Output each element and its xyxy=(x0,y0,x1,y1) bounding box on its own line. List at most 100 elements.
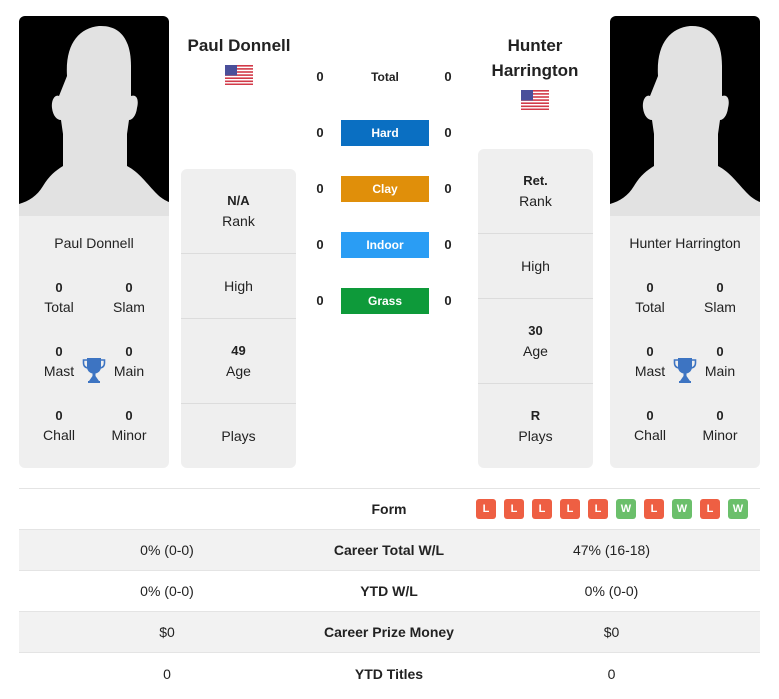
h2h-grass-p1: 0 xyxy=(316,293,324,308)
form-badge-loss[interactable]: L xyxy=(476,499,496,519)
p1-value: 0 xyxy=(163,665,171,682)
high-label: High xyxy=(224,278,253,294)
player2-header: Hunter Harrington xyxy=(470,33,600,110)
player2-photo[interactable] xyxy=(610,16,760,216)
h2h-clay-p2: 0 xyxy=(444,181,452,196)
titles-slam: 0 Slam xyxy=(99,279,159,343)
player1-card-name[interactable]: Paul Donnell xyxy=(19,235,169,255)
player2-card: Hunter Harrington 0 Total 0 Slam 0 Mast … xyxy=(610,16,760,468)
titles-minor: 0 Minor xyxy=(99,407,159,468)
player1-card: Paul Donnell 0 Total 0 Slam 0 Mast 0 Mai… xyxy=(19,16,169,468)
titles-chall-value: 0 xyxy=(646,408,654,423)
player1-age: 49 Age xyxy=(181,319,296,404)
titles-total: 0 Total xyxy=(29,279,89,343)
titles-slam-value: 0 xyxy=(125,280,133,295)
trophy-icon xyxy=(82,357,106,383)
rank-value: Ret. xyxy=(523,173,548,188)
player2-card-name[interactable]: Hunter Harrington xyxy=(610,235,760,255)
titles-main-label: Main xyxy=(704,363,736,379)
usa-flag-icon xyxy=(225,65,253,85)
form-badges: LLLLLWLWLW xyxy=(463,499,760,519)
age-label: Age xyxy=(226,363,251,379)
age-value: 30 xyxy=(528,323,543,338)
h2h-total-p1: 0 xyxy=(316,69,324,84)
form-badge-loss[interactable]: L xyxy=(532,499,552,519)
h2h-indoor-p2: 0 xyxy=(444,237,452,252)
player1-rank: N/A Rank xyxy=(181,169,296,254)
form-badge-loss[interactable]: L xyxy=(700,499,720,519)
player1-photo[interactable] xyxy=(19,16,169,216)
form-badge-win[interactable]: W xyxy=(728,499,748,519)
titles-minor-value: 0 xyxy=(125,408,133,423)
silhouette-icon xyxy=(19,16,169,216)
h2h-hard: 0 Hard 0 xyxy=(300,120,470,146)
stats-table: Form LLLLLWLWLW 0% (0-0) Career Total W/… xyxy=(19,488,760,694)
titles-chall: 0 Chall xyxy=(29,407,89,468)
player2-info: Ret. Rank High 30 Age R Plays xyxy=(478,149,593,468)
p2-value: 0 xyxy=(607,665,616,682)
titles-main: 0 Main xyxy=(99,343,159,407)
player1-plays: Plays xyxy=(181,404,296,468)
player1-titles: 0 Total 0 Slam 0 Mast 0 Main 0 Chall 0 M… xyxy=(19,279,169,468)
table-row: 0% (0-0) Career Total W/L 47% (16-18) xyxy=(19,530,760,571)
player2-age: 30 Age xyxy=(478,299,593,384)
player1-name[interactable]: Paul Donnell xyxy=(176,33,302,58)
trophy-icon xyxy=(673,357,697,383)
form-badge-win[interactable]: W xyxy=(616,499,636,519)
player2-titles: 0 Total 0 Slam 0 Mast 0 Main 0 Chall 0 M… xyxy=(610,279,760,468)
form-badge-loss[interactable]: L xyxy=(560,499,580,519)
titles-mast-label: Mast xyxy=(43,363,75,379)
h2h-clay: 0 Clay 0 xyxy=(300,176,470,202)
row-label: Career Prize Money xyxy=(324,624,454,640)
age-label: Age xyxy=(523,343,548,359)
titles-total-label: Total xyxy=(44,299,74,315)
titles-mast-label: Mast xyxy=(634,363,666,379)
form-row: Form LLLLLWLWLW xyxy=(19,489,760,530)
h2h-clay-p1: 0 xyxy=(316,181,324,196)
p2-value: 0% (0-0) xyxy=(584,583,639,599)
usa-flag-icon xyxy=(521,90,549,110)
rank-label: Rank xyxy=(222,213,255,229)
titles-slam-label: Slam xyxy=(113,299,145,315)
h2h-indoor: 0 Indoor 0 xyxy=(300,232,470,258)
rank-label: Rank xyxy=(519,193,552,209)
titles-main-value: 0 xyxy=(125,344,133,359)
player1-high: High xyxy=(181,254,296,319)
titles-main-value: 0 xyxy=(716,344,724,359)
titles-main: 0 Main xyxy=(690,343,750,407)
table-row: $0 Career Prize Money $0 xyxy=(19,612,760,653)
h2h-grass: 0 Grass 0 xyxy=(300,288,470,314)
form-badge-loss[interactable]: L xyxy=(588,499,608,519)
titles-minor-value: 0 xyxy=(716,408,724,423)
titles-chall-label: Chall xyxy=(43,427,75,443)
form-label: Form xyxy=(371,501,407,517)
p1-value: 0% (0-0) xyxy=(140,583,194,599)
table-row: 0 YTD Titles 0 xyxy=(19,653,760,694)
form-badge-loss[interactable]: L xyxy=(504,499,524,519)
form-badge-loss[interactable]: L xyxy=(644,499,664,519)
form-badge-win[interactable]: W xyxy=(672,499,692,519)
h2h-hard-p1: 0 xyxy=(316,125,324,140)
surface-indoor-badge: Indoor xyxy=(341,232,429,258)
high-label: High xyxy=(521,258,550,274)
titles-minor: 0 Minor xyxy=(690,407,750,468)
p1-value: $0 xyxy=(159,624,175,640)
titles-total-label: Total xyxy=(635,299,665,315)
surface-clay-badge: Clay xyxy=(341,176,429,202)
h2h-total: 0 Total 0 xyxy=(300,64,470,90)
plays-value: R xyxy=(530,408,541,423)
titles-chall: 0 Chall xyxy=(620,407,680,468)
titles-total-value: 0 xyxy=(646,280,654,295)
h2h-total-p2: 0 xyxy=(444,69,452,84)
row-label: Career Total W/L xyxy=(333,542,445,558)
player2-plays: R Plays xyxy=(478,384,593,468)
table-row: 0% (0-0) YTD W/L 0% (0-0) xyxy=(19,571,760,612)
titles-mast-value: 0 xyxy=(55,344,63,359)
player2-name[interactable]: Hunter Harrington xyxy=(470,33,600,83)
h2h-hard-p2: 0 xyxy=(444,125,452,140)
player1-info: N/A Rank High 49 Age Plays xyxy=(181,169,296,468)
plays-label: Plays xyxy=(221,428,256,444)
titles-chall-value: 0 xyxy=(55,408,63,423)
p1-value: 0% (0-0) xyxy=(140,542,194,558)
row-label: YTD Titles xyxy=(354,665,424,682)
